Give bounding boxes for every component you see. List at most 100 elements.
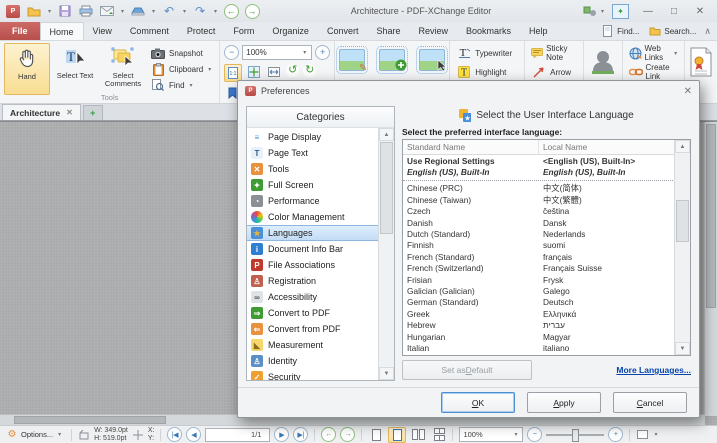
dialog-title-bar[interactable]: P Preferences ✕ [238, 81, 699, 101]
zoom-slider-knob[interactable] [572, 429, 579, 442]
open-dropdown-arrow[interactable]: ▾ [46, 8, 53, 15]
find-dropdown-arrow[interactable]: ▾ [188, 82, 195, 89]
language-scroll-thumb[interactable] [676, 200, 689, 242]
redo-button[interactable]: ↷ [191, 3, 209, 19]
menu-tab-review[interactable]: Review [410, 22, 458, 40]
web-links-dropdown-arrow[interactable]: ▾ [673, 50, 678, 57]
categories-scroll-thumb[interactable] [380, 142, 393, 234]
fullscreen-toggle-icon[interactable]: ✦ [612, 4, 629, 19]
scroll-up-arrow[interactable]: ▲ [379, 128, 394, 141]
language-scrollbar[interactable]: ▲ ▼ [674, 140, 690, 355]
zoom-in-button[interactable]: + [315, 45, 330, 60]
pane-toggle-icon[interactable] [636, 429, 648, 441]
category-item-page-text[interactable]: TPage Text [247, 145, 379, 161]
category-item-languages[interactable]: ★Languages [247, 225, 379, 241]
history-forward-button[interactable]: → [340, 427, 355, 442]
statusbar-zoom-combo[interactable]: 100%▾ [459, 427, 523, 442]
language-row-german-standard[interactable]: German (Standard)Deutsch [403, 297, 675, 308]
menu-tab-protect[interactable]: Protect [178, 22, 225, 40]
fit-page-layout-button[interactable] [388, 427, 406, 443]
multi-page-layout-button[interactable] [430, 428, 446, 442]
cancel-button[interactable]: Cancel [613, 392, 687, 413]
find-button[interactable]: Find... [600, 24, 641, 38]
menu-tab-convert[interactable]: Convert [318, 22, 368, 40]
typewriter-button[interactable]: T Typewriter [454, 46, 520, 60]
stamp-icon[interactable] [588, 47, 618, 79]
language-row-greek[interactable]: GreekΕλληνικά [403, 308, 675, 319]
document-vertical-scrollbar[interactable] [704, 122, 717, 416]
edit-content-icon[interactable]: ✎ [339, 49, 365, 71]
page-number-field[interactable]: 1/1 [205, 428, 270, 442]
menu-tab-share[interactable]: Share [367, 22, 409, 40]
category-item-file-associations[interactable]: PFile Associations [247, 257, 379, 273]
zoom-level-combo[interactable]: 100%▾ [242, 45, 312, 60]
email-dropdown-arrow[interactable]: ▾ [119, 8, 126, 15]
select-comments-button[interactable]: Select Comments [100, 43, 146, 95]
ok-button[interactable]: OK [441, 392, 515, 413]
set-as-default-button[interactable]: Set as Default [402, 360, 532, 380]
menu-tab-file[interactable]: File [0, 22, 40, 40]
category-item-identity[interactable]: ♙Identity [247, 353, 379, 369]
zoom-slider[interactable] [546, 428, 604, 441]
select-text-button[interactable]: T Select Text [52, 43, 98, 95]
language-row-finnish[interactable]: Finnishsuomi [403, 240, 675, 251]
single-page-layout-button[interactable] [368, 428, 384, 442]
search-button[interactable]: Search... [647, 24, 698, 38]
email-button[interactable] [98, 3, 116, 19]
scroll-down-arrow[interactable]: ▼ [675, 342, 690, 355]
category-item-security[interactable]: ✓Security [247, 369, 379, 380]
language-row-hebrew[interactable]: Hebrewעברית [403, 319, 675, 330]
ui-options-dropdown-arrow[interactable]: ▾ [599, 8, 606, 15]
forward-button[interactable]: → [243, 3, 261, 19]
options-dropdown-arrow[interactable]: ▾ [56, 431, 63, 438]
hand-tool-button[interactable]: Hand [4, 43, 50, 95]
menu-tab-home[interactable]: Home [40, 22, 84, 40]
pane-toggle-dropdown-arrow[interactable]: ▾ [652, 431, 659, 438]
minimize-button[interactable]: — [635, 3, 661, 19]
clipboard-dropdown-arrow[interactable]: ▾ [206, 66, 213, 73]
language-row-english-us-built-in[interactable]: English (US), Built-InEnglish (US), Buil… [403, 166, 675, 177]
language-row-dutch-standard[interactable]: Dutch (Standard)Nederlands [403, 228, 675, 239]
new-tab-button[interactable]: + [83, 105, 103, 120]
next-page-button[interactable]: ▶ [274, 427, 289, 442]
save-button[interactable] [56, 3, 74, 19]
vscroll-thumb[interactable] [706, 124, 716, 308]
statusbar-zoom-out-button[interactable]: − [527, 427, 542, 442]
collapse-ribbon-chevron[interactable]: ∧ [704, 26, 711, 37]
menu-tab-form[interactable]: Form [224, 22, 263, 40]
category-item-registration[interactable]: ♙Registration [247, 273, 379, 289]
back-button[interactable]: ← [222, 3, 240, 19]
language-row-italian[interactable]: Italianitaliano [403, 342, 675, 353]
create-link-button[interactable]: Create Link [627, 65, 681, 79]
add-content-icon[interactable] [379, 49, 405, 71]
scroll-down-arrow[interactable]: ▼ [379, 367, 394, 380]
zoom-out-button[interactable]: − [224, 45, 239, 60]
menu-tab-help[interactable]: Help [520, 22, 557, 40]
document-tab-architecture[interactable]: Architecture ✕ [2, 104, 81, 120]
history-back-button[interactable]: ← [321, 427, 336, 442]
options-button[interactable]: ⚙ Options... ▾ [4, 428, 65, 442]
select-content-icon[interactable] [419, 49, 445, 71]
dialog-close-icon[interactable]: ✕ [684, 86, 692, 97]
statusbar-zoom-in-button[interactable]: + [608, 427, 623, 442]
scroll-up-arrow[interactable]: ▲ [675, 140, 690, 153]
menu-tab-comment[interactable]: Comment [121, 22, 178, 40]
tab-close-icon[interactable]: ✕ [66, 108, 73, 117]
language-row-chinese-prc[interactable]: Chinese (PRC)中文(简体) [403, 183, 675, 194]
first-page-button[interactable]: |◀ [167, 427, 182, 442]
language-row-galician-galician[interactable]: Galician (Galician)Galego [403, 285, 675, 296]
categories-scrollbar[interactable]: ▲ ▼ [378, 128, 394, 380]
print-button[interactable] [77, 3, 95, 19]
undo-dropdown-arrow[interactable]: ▾ [181, 8, 188, 15]
language-row-danish[interactable]: DanishDansk [403, 217, 675, 228]
two-page-layout-button[interactable] [410, 428, 426, 442]
close-button[interactable]: ✕ [687, 3, 713, 19]
category-item-convert-from-pdf[interactable]: ⇐Convert from PDF [247, 321, 379, 337]
rotate-cw-button[interactable]: ↻ [303, 64, 316, 77]
category-item-full-screen[interactable]: ✦Full Screen [247, 177, 379, 193]
snapshot-button[interactable]: Snapshot [148, 46, 215, 60]
open-file-button[interactable] [25, 3, 43, 19]
category-item-page-display[interactable]: ≡Page Display [247, 129, 379, 145]
redo-dropdown-arrow[interactable]: ▾ [212, 8, 219, 15]
fit-page-button[interactable] [246, 64, 262, 80]
